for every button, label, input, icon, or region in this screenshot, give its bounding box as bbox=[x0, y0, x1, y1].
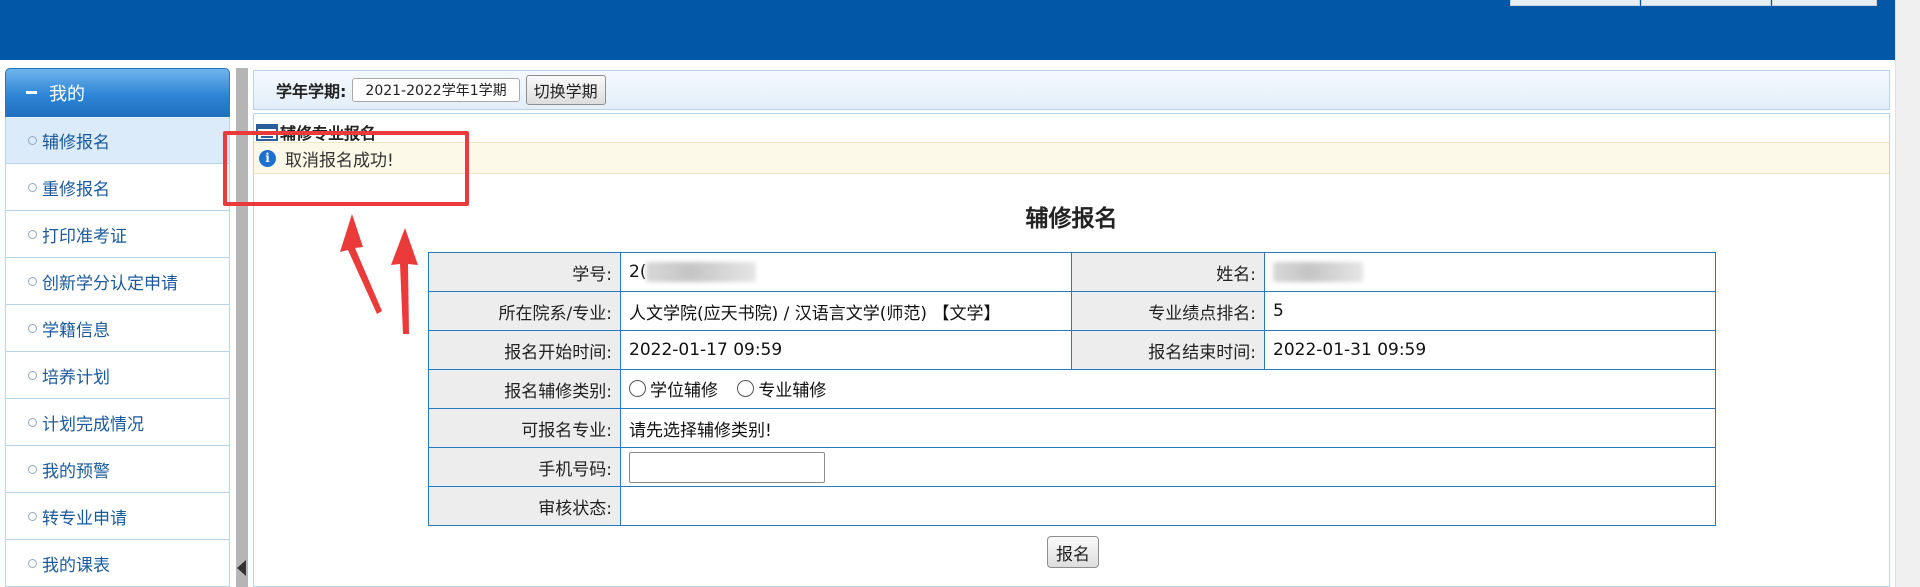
gpa-rank-label: 专业绩点排名: bbox=[1071, 291, 1265, 331]
sidebar-item-student-status[interactable]: 学籍信息 bbox=[5, 305, 230, 352]
annotation-arrows-icon bbox=[340, 214, 418, 334]
sidebar-item-label: 创新学分认定申请 bbox=[42, 273, 178, 294]
success-notice: i 取消报名成功! bbox=[254, 142, 1889, 174]
college-label: 所在院系/专业: bbox=[428, 291, 621, 331]
bullet-icon bbox=[28, 370, 37, 380]
review-status-label: 审核状态: bbox=[428, 486, 621, 526]
gpa-rank-value: 5 bbox=[1264, 291, 1716, 331]
category-label: 报名辅修类别: bbox=[428, 369, 621, 409]
sidebar-item-print-admission-ticket[interactable]: 打印准考证 bbox=[5, 211, 230, 258]
minor-registration-panel: 辅修专业报名 i 取消报名成功! 辅修报名 学号: 2( 姓名: 所在院系/专业… bbox=[253, 113, 1890, 587]
available-major-label: 可报名专业: bbox=[428, 408, 621, 448]
table-row: 手机号码: bbox=[428, 447, 1716, 487]
phone-label: 手机号码: bbox=[428, 447, 621, 487]
header-button-fragment[interactable] bbox=[1510, 0, 1640, 6]
sidebar-item-minor-registration[interactable]: 辅修报名 bbox=[5, 117, 230, 164]
sidebar-item-label: 培养计划 bbox=[42, 367, 110, 388]
sidebar-item-my-warnings[interactable]: 我的预警 bbox=[5, 446, 230, 493]
sidebar-item-plan-completion[interactable]: 计划完成情况 bbox=[5, 399, 230, 446]
registration-form-table: 学号: 2( 姓名: 所在院系/专业: 人文学院(应天书院) / 汉语言文学(师… bbox=[428, 252, 1716, 526]
sidebar-header-my[interactable]: 我的 bbox=[5, 68, 230, 117]
sidebar-item-training-plan[interactable]: 培养计划 bbox=[5, 352, 230, 399]
top-header-bar bbox=[0, 0, 1895, 60]
table-row: 可报名专业: 请先选择辅修类别! bbox=[428, 408, 1716, 448]
redacted-blur bbox=[1273, 262, 1363, 282]
sidebar-item-label: 辅修报名 bbox=[42, 132, 110, 153]
radio-label: 学位辅修 bbox=[650, 381, 718, 401]
term-label: 学年学期: bbox=[276, 82, 347, 101]
start-time-label: 报名开始时间: bbox=[428, 330, 621, 370]
switch-term-button[interactable]: 切换学期 bbox=[525, 75, 606, 105]
sidebar-item-major-transfer[interactable]: 转专业申请 bbox=[5, 493, 230, 540]
sidebar-item-retake-registration[interactable]: 重修报名 bbox=[5, 164, 230, 211]
end-time-value: 2022-01-31 09:59 bbox=[1264, 330, 1716, 370]
sidebar-item-label: 重修报名 bbox=[42, 179, 110, 200]
collapse-left-icon[interactable] bbox=[237, 560, 246, 576]
table-row: 报名辅修类别: 学位辅修 专业辅修 bbox=[428, 369, 1716, 409]
annotation-arrow-right bbox=[391, 228, 418, 334]
bullet-icon bbox=[28, 323, 37, 333]
collapse-minus-icon bbox=[26, 91, 37, 94]
radio-degree-minor[interactable]: 学位辅修 bbox=[629, 376, 718, 401]
sidebar-header-label: 我的 bbox=[49, 83, 85, 105]
table-row: 审核状态: bbox=[428, 486, 1716, 526]
table-row: 学号: 2( 姓名: bbox=[428, 252, 1716, 292]
sidebar-item-my-schedule[interactable]: 我的课表 bbox=[5, 540, 230, 587]
review-status-value bbox=[620, 486, 1716, 526]
available-major-hint: 请先选择辅修类别! bbox=[620, 408, 1716, 448]
radio-circle-icon[interactable] bbox=[737, 380, 755, 397]
register-button[interactable]: 报名 bbox=[1047, 536, 1099, 568]
annotation-highlight-box bbox=[223, 131, 469, 206]
radio-major-minor[interactable]: 专业辅修 bbox=[737, 376, 826, 401]
name-label: 姓名: bbox=[1071, 252, 1265, 292]
bullet-icon bbox=[28, 511, 37, 521]
sidebar: 我的 辅修报名 重修报名 打印准考证 创新学分认定申请 学籍信息 培养计划 计划… bbox=[5, 68, 230, 587]
table-row: 报名开始时间: 2022-01-17 09:59 报名结束时间: 2022-01… bbox=[428, 330, 1716, 370]
term-select[interactable]: 2021-2022学年1学期 bbox=[352, 78, 520, 102]
start-time-value: 2022-01-17 09:59 bbox=[620, 330, 1072, 370]
student-id-value: 2( bbox=[620, 252, 1072, 292]
bullet-icon bbox=[28, 229, 37, 239]
student-id-text: 2( bbox=[629, 262, 647, 282]
bullet-icon bbox=[28, 276, 37, 286]
bullet-icon bbox=[28, 464, 37, 474]
bullet-icon bbox=[28, 182, 37, 192]
sidebar-item-innovation-credit[interactable]: 创新学分认定申请 bbox=[5, 258, 230, 305]
college-value: 人文学院(应天书院) / 汉语言文学(师范) 【文学】 bbox=[620, 291, 1072, 331]
radio-circle-icon[interactable] bbox=[629, 380, 646, 397]
header-button-fragment[interactable] bbox=[1641, 0, 1771, 6]
student-id-label: 学号: bbox=[428, 252, 621, 292]
header-button-fragment[interactable] bbox=[1772, 0, 1877, 6]
sidebar-item-label: 我的预警 bbox=[42, 461, 110, 482]
sidebar-item-label: 转专业申请 bbox=[42, 508, 127, 529]
phone-cell bbox=[620, 447, 1716, 487]
radio-label: 专业辅修 bbox=[758, 381, 827, 401]
table-row: 所在院系/专业: 人文学院(应天书院) / 汉语言文学(师范) 【文学】 专业绩… bbox=[428, 291, 1716, 331]
phone-input[interactable] bbox=[629, 451, 825, 483]
annotation-arrow-left bbox=[340, 214, 382, 314]
sidebar-item-label: 打印准考证 bbox=[42, 226, 127, 247]
end-time-label: 报名结束时间: bbox=[1071, 330, 1265, 370]
window-scrollbar[interactable] bbox=[1895, 0, 1920, 587]
redacted-blur bbox=[646, 262, 757, 282]
term-toolbar: 学年学期: 2021-2022学年1学期 切换学期 bbox=[253, 70, 1890, 110]
name-value bbox=[1264, 252, 1716, 292]
bullet-icon bbox=[28, 135, 37, 145]
bullet-icon bbox=[28, 558, 37, 568]
bullet-icon bbox=[28, 417, 37, 427]
sidebar-item-label: 我的课表 bbox=[42, 555, 110, 576]
sidebar-item-label: 计划完成情况 bbox=[42, 414, 144, 435]
sidebar-item-label: 学籍信息 bbox=[42, 320, 110, 341]
form-title: 辅修报名 bbox=[1025, 206, 1118, 232]
category-options: 学位辅修 专业辅修 bbox=[620, 369, 1716, 409]
